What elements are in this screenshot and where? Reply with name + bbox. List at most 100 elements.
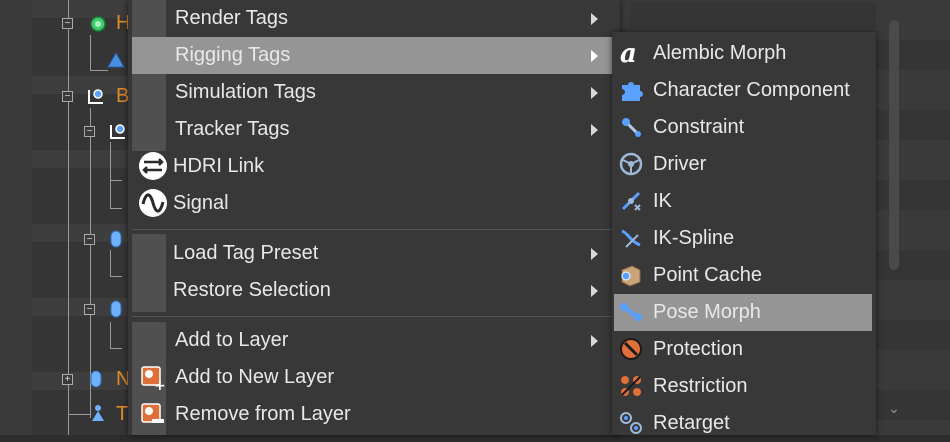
submenu-arrow-icon [591,13,598,25]
submenu-item-driver[interactable]: Driver [614,146,872,183]
submenu-item-ik[interactable]: IK [614,183,872,220]
menu-item-label: Rigging Tags [175,44,291,66]
menu-item-label: Remove from Layer [175,403,351,425]
menu-item-render-tags[interactable]: Render Tags [132,0,612,37]
submenu-item-retarget[interactable]: Retarget [614,405,872,442]
menu-item-label: Simulation Tags [175,81,316,103]
tree-line [68,0,69,435]
menu-item-add-to-layer[interactable]: Add to Layer [132,322,612,359]
scroll-down-icon[interactable]: ⌄ [886,400,902,416]
submenu-item-label: Constraint [653,116,745,138]
tree-line [90,35,91,71]
menu-item-load-tag-preset[interactable]: Load Tag Preset [132,235,612,272]
null-object-icon[interactable] [88,14,108,34]
tree-line [68,414,90,415]
submenu-item-pose-morph[interactable]: Pose Morph [614,294,872,331]
menu-item-label: Signal [173,192,229,214]
submenu-item-label: Driver [653,153,707,175]
tree-line [110,208,122,209]
capsule-object-icon[interactable] [86,369,106,389]
expand-toggle[interactable]: − [62,18,73,29]
character-component-icon [622,82,643,101]
submenu-item-label: Retarget [653,412,730,434]
menu-item-simulation-tags[interactable]: Simulation Tags [132,74,612,111]
expand-toggle[interactable]: + [62,374,73,385]
retarget-icon [620,412,642,434]
tree-row [32,150,132,168]
expand-toggle[interactable]: − [84,234,95,245]
menu-item-rigging-tags[interactable]: Rigging Tags [132,37,612,74]
capsule-object-icon[interactable] [106,229,126,249]
protection-icon [620,338,642,360]
remove-from-layer-icon [141,403,164,423]
submenu-item-character-component[interactable]: Character Component [614,72,872,109]
tree-line [110,348,122,349]
object-label: T [116,403,129,425]
capsule-object-icon[interactable] [106,299,126,319]
signal-icon [139,189,167,217]
restriction-icon [621,376,641,396]
menu-item-signal[interactable]: Signal [132,185,612,222]
tree-line [110,180,122,181]
submenu-item-ik-spline[interactable]: IK-Spline [614,220,872,257]
ik-icon [621,191,641,211]
menu-item-restore-selection[interactable]: Restore Selection [132,272,612,309]
menu-item-label: HDRI Link [173,155,265,177]
expand-toggle[interactable]: − [84,126,95,137]
add-to-new-layer-icon: + [141,366,166,392]
driver-icon [619,152,643,176]
submenu-item-label: Protection [653,338,744,360]
submenu-item-label: Alembic Morph [653,42,787,64]
submenu-item-point-cache[interactable]: Point Cache [614,257,872,294]
tree-line [110,276,122,277]
svg-text:a: a [620,40,637,66]
menu-item-label: Render Tags [175,7,289,29]
submenu-item-label: IK [653,190,672,212]
submenu-item-label: IK-Spline [653,227,735,249]
submenu-arrow-icon [591,285,598,297]
header-bar [620,0,876,32]
submenu-arrow-icon [591,50,598,62]
submenu-item-alembic-morph[interactable]: a Alembic Morph [614,35,872,72]
menu-item-label: Add to Layer [175,329,289,351]
tree-line [110,142,111,208]
expand-toggle[interactable]: − [62,91,73,102]
pose-morph-icon [620,303,642,321]
scrollbar-thumb[interactable] [889,20,899,270]
menu-item-add-to-new-layer[interactable]: + Add to New Layer [132,359,612,396]
menu-item-hdri-link[interactable]: HDRI Link [132,148,612,185]
alembic-morph-icon: a [620,40,637,66]
submenu-item-protection[interactable]: Protection [614,331,872,368]
submenu-item-label: Pose Morph [653,301,761,323]
constraint-icon [622,118,641,137]
figure-object-icon[interactable] [88,403,108,423]
menu-item-label: Add to New Layer [175,366,334,388]
svg-text:+: + [154,378,166,392]
submenu-item-label: Character Component [653,79,850,101]
ik-spline-icon [621,229,641,248]
menu-item-label: Restore Selection [173,279,331,301]
hdri-link-icon [139,152,167,180]
submenu-item-constraint[interactable]: Constraint [614,109,872,146]
submenu-item-label: Restriction [653,375,748,397]
spline-object-icon[interactable] [86,86,106,106]
expand-toggle[interactable]: − [84,304,95,315]
tree-right-strip [876,0,950,435]
tree-line [90,70,108,71]
submenu-item-label: Point Cache [653,264,762,286]
menu-item-remove-from-layer[interactable]: Remove from Layer [132,396,612,433]
menu-separator [132,229,616,230]
rigging-tags-submenu: a Alembic Morph Character Component Cons… [612,32,876,435]
spline-object-icon[interactable] [108,121,128,141]
submenu-arrow-icon [591,248,598,260]
submenu-arrow-icon [591,335,598,347]
joint-icon[interactable] [106,50,126,70]
menu-item-label: Load Tag Preset [173,242,319,264]
tags-context-menu: Render Tags Rigging Tags Simulation Tags… [128,0,620,435]
menu-separator [132,316,616,317]
menu-item-label: Tracker Tags [175,118,290,140]
tree-line [110,250,111,276]
menu-item-tracker-tags[interactable]: Tracker Tags [132,111,612,148]
submenu-item-restriction[interactable]: Restriction [614,368,872,405]
submenu-arrow-icon [591,87,598,99]
